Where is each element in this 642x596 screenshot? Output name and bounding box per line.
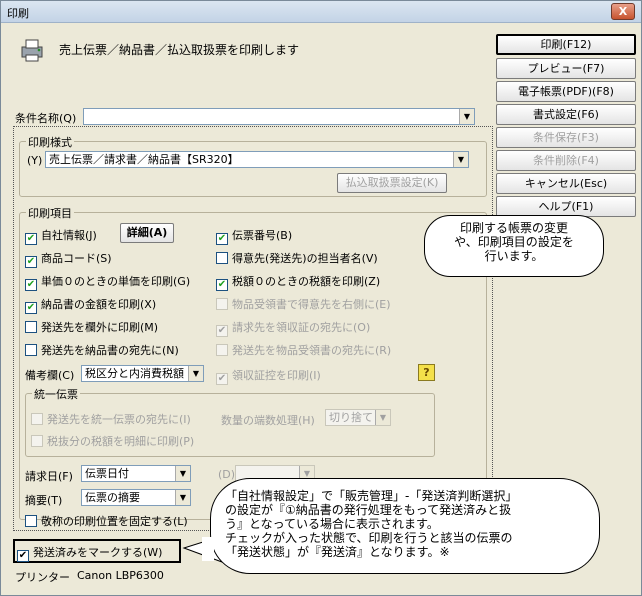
rounding-label: 数量の端数処理(H) <box>221 414 315 427</box>
receipt-addressee-checkbox[interactable]: ✔ 請求先を領収証の宛先に(O) <box>216 319 370 337</box>
mark-shipped-checkbox[interactable]: ✔ 発送済みをマークする(W) <box>17 544 162 562</box>
chevron-down-icon: ▼ <box>188 366 203 381</box>
pdf-button[interactable]: 電子帳票(PDF)(F8) <box>496 81 636 102</box>
print-style-prefix: (Y) <box>27 154 43 167</box>
check-icon: ✔ <box>216 233 228 245</box>
remarks-value: 税区分と内消費税額 <box>85 367 184 380</box>
summary-label: 摘要(T) <box>25 494 63 507</box>
payment-slip-settings-button[interactable]: 払込取扱票設定(K) <box>337 173 447 193</box>
delivery-amount-checkbox[interactable]: ✔ 納品書の金額を印刷(X) <box>25 296 156 314</box>
chevron-down-icon: ▼ <box>453 152 468 167</box>
unified-addressee-checkbox[interactable]: 発送先を統一伝票の宛先に(I) <box>31 411 191 427</box>
honorific-checkbox[interactable]: 敬称の印刷位置を固定する(L) <box>25 513 188 529</box>
rounding-value: 切り捨て <box>329 411 373 424</box>
check-icon: ✔ <box>216 325 228 337</box>
help-button[interactable]: ヘルプ(F1) <box>496 196 636 217</box>
delivery-addressee-checkbox[interactable]: 発送先を納品書の宛先に(N) <box>25 342 179 358</box>
detail-button[interactable]: 詳細(A) <box>120 223 174 243</box>
check-icon: ✔ <box>17 550 29 562</box>
check-icon: ✔ <box>25 302 37 314</box>
header-message: 売上伝票／納品書／払込取扱票を印刷します <box>59 43 300 57</box>
printer-value: Canon LBP6300 <box>77 569 164 582</box>
callout-pointer-mask <box>202 537 214 561</box>
check-icon: ✔ <box>216 373 228 385</box>
print-style-legend: 印刷様式 <box>26 134 74 150</box>
billing-date-label: 請求日(F) <box>25 470 73 483</box>
window-title: 印刷 <box>7 7 29 20</box>
print-button[interactable]: 印刷(F12) <box>496 34 636 55</box>
goods-addressee-checkbox[interactable]: 発送先を物品受領書の宛先に(R) <box>216 342 391 358</box>
voucher-number-checkbox[interactable]: ✔ 伝票番号(B) <box>216 227 292 245</box>
check-icon: ✔ <box>25 279 37 291</box>
title-bar: 印刷 X <box>1 1 641 23</box>
condition-label: 条件名称(Q) <box>15 112 77 125</box>
hint-icon[interactable]: ? <box>418 364 435 381</box>
printer-label: プリンター <box>15 571 70 584</box>
close-button[interactable]: X <box>611 3 635 20</box>
unified-voucher-legend: 統一伝票 <box>32 386 80 402</box>
delete-condition-button[interactable]: 条件削除(F4) <box>496 150 636 171</box>
receipt-right-checkbox[interactable]: 物品受領書で得意先を右側に(E) <box>216 296 391 312</box>
overseas-checkbox[interactable]: 発送先を欄外に印刷(M) <box>25 319 158 335</box>
check-icon: ✔ <box>25 256 37 268</box>
product-code-checkbox[interactable]: ✔ 商品コード(S) <box>25 250 112 268</box>
check-icon: ✔ <box>25 233 37 245</box>
print-style-select[interactable]: 売上伝票／請求書／納品書【SR320】 ▼ <box>45 151 469 168</box>
receipt-stamp-checkbox[interactable]: ✔ 領収証控を印刷(I) <box>216 367 321 385</box>
condition-select[interactable]: ▼ <box>83 108 475 125</box>
chevron-down-icon: ▼ <box>375 410 390 425</box>
check-icon: ✔ <box>216 279 228 291</box>
save-condition-button[interactable]: 条件保存(F3) <box>496 127 636 148</box>
remarks-label: 備考欄(C) <box>25 369 75 382</box>
remarks-select[interactable]: 税区分と内消費税額 ▼ <box>81 365 204 382</box>
printer-icon <box>21 39 43 62</box>
tax-zero-checkbox[interactable]: ✔ 税額０のときの税額を印刷(Z) <box>216 273 380 291</box>
customer-person-checkbox[interactable]: 得意先(発送先)の担当者名(V) <box>216 250 378 266</box>
callout-print-settings: 印刷する帳票の変更 や、印刷項目の設定を 行います。 <box>424 215 604 277</box>
preview-button[interactable]: プレビュー(F7) <box>496 58 636 79</box>
company-info-checkbox[interactable]: ✔ 自社情報(J) <box>25 227 97 245</box>
summary-value: 伝票の摘要 <box>85 491 140 504</box>
format-settings-button[interactable]: 書式設定(F6) <box>496 104 636 125</box>
unit-price-zero-checkbox[interactable]: ✔ 単価０のときの単価を印刷(G) <box>25 273 190 291</box>
tax-excluded-checkbox[interactable]: 税抜分の税額を明細に印刷(P) <box>31 433 194 449</box>
print-style-value: 売上伝票／請求書／納品書【SR320】 <box>49 153 239 166</box>
billing-date-value: 伝票日付 <box>85 467 129 480</box>
print-items-legend: 印刷項目 <box>26 205 74 221</box>
callout-shipped-info: 「自社情報設定」で「販売管理」-「発送済判断選択」 の設定が『①納品書の発行処理… <box>210 478 600 574</box>
cancel-button[interactable]: キャンセル(Esc) <box>496 173 636 194</box>
chevron-down-icon: ▼ <box>459 109 474 124</box>
rounding-select[interactable]: 切り捨て ▼ <box>325 409 391 426</box>
